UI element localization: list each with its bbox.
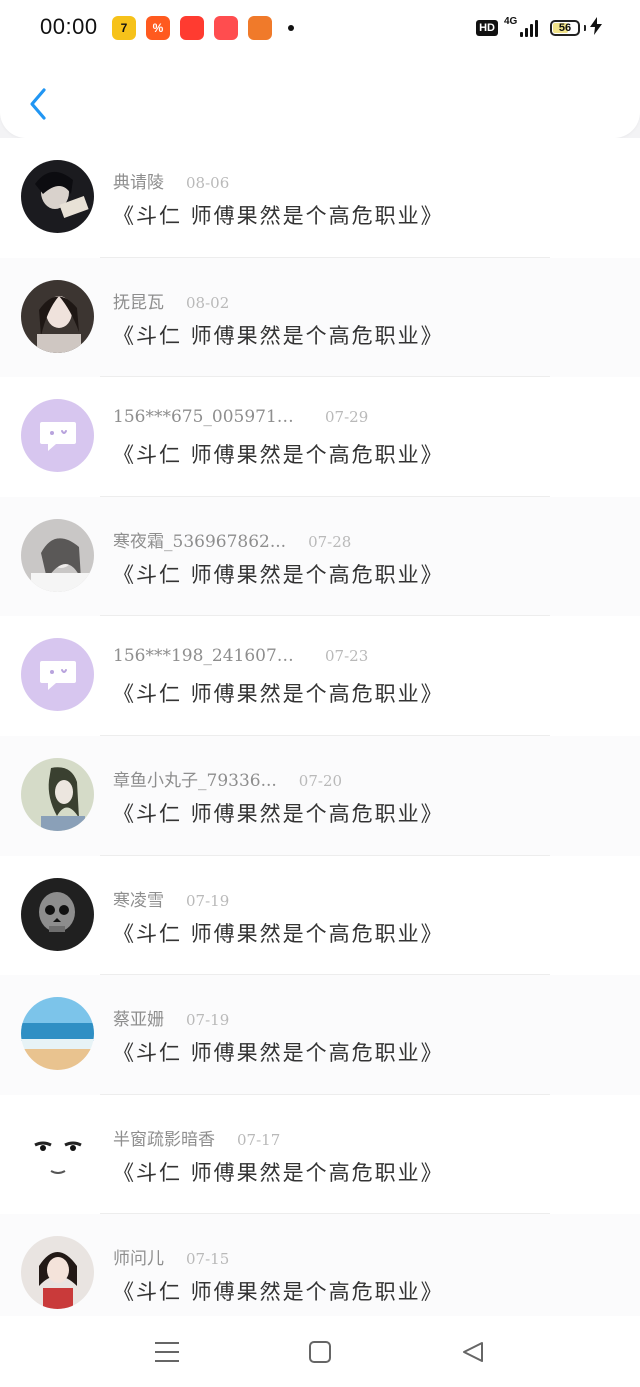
comment-row[interactable]: 156***675_0059717849 07-29 《斗仁 师傅果然是个高危职业》 [0, 377, 640, 497]
battery-level: 56 [558, 22, 572, 34]
home-square-icon [309, 1341, 331, 1363]
avatar[interactable] [21, 160, 94, 233]
comment-meta: 典请陵 08-06 [113, 168, 229, 193]
avatar[interactable] [21, 279, 94, 353]
comment-meta: 蔡亚姗 07-19 [113, 1005, 229, 1030]
comment-row[interactable]: 寒凌雪 07-19 《斗仁 师傅果然是个高危职业》 [0, 855, 640, 976]
top-app-bar: 00:00 7% HD 4G 56 [0, 0, 640, 138]
system-icons: HD 4G 56 [476, 16, 602, 39]
comment-row[interactable]: 蔡亚姗 07-19 《斗仁 师傅果然是个高危职业》 [0, 975, 640, 1095]
status-bar: 00:00 7% HD 4G 56 [0, 0, 640, 56]
comment-row[interactable]: 156***198_2416072717 07-23 《斗仁 师傅果然是个高危职业》 [0, 616, 640, 736]
comment-text: 《斗仁 师傅果然是个高危职业》 [113, 1041, 444, 1066]
comment-text: 《斗仁 师傅果然是个高危职业》 [113, 443, 444, 468]
username[interactable]: 抚昆瓦 [113, 288, 164, 313]
system-back-button[interactable] [453, 1334, 493, 1370]
comment-meta: 寒夜霜_536967862... 07-28 [113, 527, 351, 552]
system-navigation-bar [0, 1316, 640, 1387]
comment-text: 《斗仁 师傅果然是个高危职业》 [113, 562, 444, 587]
chevron-left-icon [30, 88, 46, 120]
shopping-app-icon [180, 16, 204, 40]
comment-date: 07-20 [298, 771, 343, 790]
username[interactable]: 156***675_0059717849 [113, 407, 303, 427]
username[interactable]: 156***198_2416072717 [113, 646, 303, 666]
more-notifications-dot [288, 25, 294, 31]
comment-text: 《斗仁 师傅果然是个高危职业》 [113, 682, 444, 707]
avatar[interactable] [21, 518, 94, 592]
comment-row[interactable]: 抚昆瓦 08-02 《斗仁 师傅果然是个高危职业》 [0, 257, 640, 378]
home-button[interactable] [300, 1334, 340, 1370]
game-icon [248, 16, 272, 40]
taobao-deal-icon: % [146, 16, 170, 40]
username[interactable]: 寒夜霜_536967862... [113, 527, 286, 552]
comment-date: 07-17 [237, 1130, 281, 1149]
avatar[interactable] [21, 757, 94, 831]
username[interactable]: 典请陵 [113, 168, 164, 193]
comment-row[interactable]: 章鱼小丸子_79336... 07-20 《斗仁 师傅果然是个高危职业》 [0, 735, 640, 856]
comment-text: 《斗仁 师傅果然是个高危职业》 [113, 801, 444, 826]
back-button[interactable] [20, 84, 56, 124]
comment-date: 07-19 [186, 891, 230, 910]
comment-row[interactable]: 寒夜霜_536967862... 07-28 《斗仁 师傅果然是个高危职业》 [0, 496, 640, 617]
avatar[interactable] [21, 997, 94, 1071]
comment-meta: 半窗疏影暗香 07-17 [113, 1125, 280, 1150]
comment-list: 典请陵 08-06 《斗仁 师傅果然是个高危职业》 抚昆瓦 08-02 《斗仁 师傅果然是… [0, 138, 640, 1334]
battery-icon: 56 [550, 20, 580, 36]
back-triangle-icon [463, 1342, 483, 1362]
comment-text: 《斗仁 师傅果然是个高危职业》 [113, 204, 444, 228]
hd-badge: HD [476, 20, 498, 36]
comment-date: 07-23 [325, 647, 369, 666]
comment-meta: 章鱼小丸子_79336... 07-20 [113, 766, 342, 791]
comment-date: 08-06 [186, 174, 230, 192]
default-avatar-icon[interactable] [21, 638, 94, 712]
comment-text: 《斗仁 师傅果然是个高危职业》 [113, 1160, 444, 1185]
default-avatar-icon[interactable] [21, 399, 94, 473]
comment-meta: 156***675_0059717849 07-29 [113, 407, 368, 427]
comment-date: 07-15 [186, 1250, 230, 1269]
username[interactable]: 师问儿 [113, 1244, 164, 1269]
comment-meta: 抚昆瓦 08-02 [113, 288, 229, 313]
charging-bolt-icon [590, 17, 602, 39]
comment-date: 07-29 [325, 408, 369, 427]
comment-date: 07-19 [186, 1011, 230, 1030]
status-time: 00:00 [40, 14, 98, 39]
tomato-novel-icon: 7 [112, 16, 136, 40]
avatar[interactable] [21, 1236, 94, 1310]
comment-text: 《斗仁 师傅果然是个高危职业》 [113, 921, 444, 946]
username[interactable]: 章鱼小丸子_79336... [113, 766, 277, 791]
comment-meta: 师问儿 07-15 [113, 1244, 229, 1269]
avatar[interactable] [21, 1116, 94, 1190]
menu-icon [155, 1342, 179, 1362]
comment-meta: 156***198_2416072717 07-23 [113, 646, 368, 666]
menu-button[interactable] [147, 1334, 187, 1370]
signal-icon: 4G [504, 16, 538, 37]
username[interactable]: 蔡亚姗 [113, 1005, 164, 1030]
shopping-bag-icon [214, 16, 238, 40]
username[interactable]: 寒凌雪 [113, 886, 164, 911]
comment-row[interactable]: 典请陵 08-06 《斗仁 师傅果然是个高危职业》 [0, 138, 640, 258]
comment-date: 08-02 [186, 293, 230, 312]
comment-date: 07-28 [308, 532, 352, 551]
comment-text: 《斗仁 师傅果然是个高危职业》 [113, 323, 444, 348]
username[interactable]: 半窗疏影暗香 [113, 1125, 215, 1150]
comment-meta: 寒凌雪 07-19 [113, 886, 229, 911]
comment-row[interactable]: 半窗疏影暗香 07-17 《斗仁 师傅果然是个高危职业》 [0, 1094, 640, 1215]
network-type: 4G [504, 15, 518, 27]
notification-icons: 7% [112, 16, 294, 40]
comment-text: 《斗仁 师傅果然是个高危职业》 [113, 1280, 444, 1305]
avatar[interactable] [21, 877, 94, 951]
